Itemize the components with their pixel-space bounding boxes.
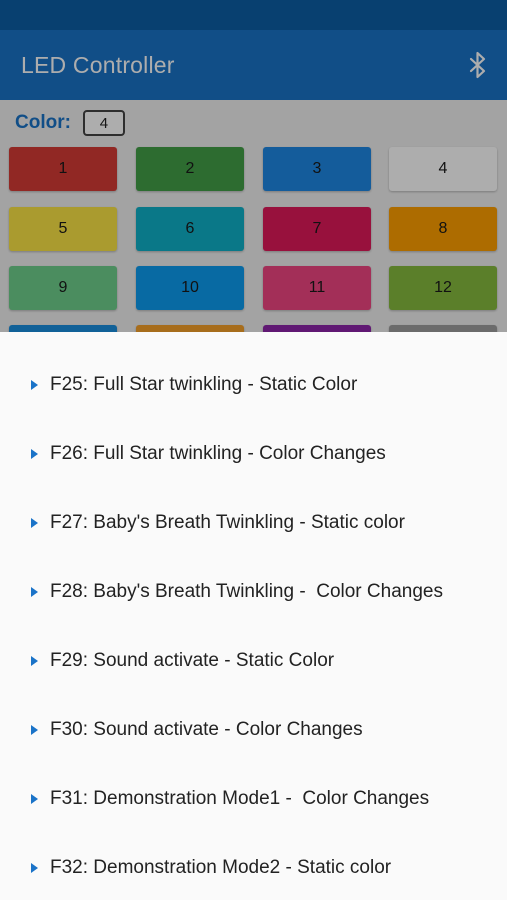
menu-item-f31[interactable]: F31: Demonstration Mode1 - Color Changes xyxy=(0,764,507,833)
menu-item-f26[interactable]: F26: Full Star twinkling - Color Changes xyxy=(0,419,507,488)
menu-item-label: F25: Full Star twinkling - Static Color xyxy=(50,373,358,395)
menu-item-f25[interactable]: F25: Full Star twinkling - Static Color xyxy=(0,350,507,419)
caret-right-icon xyxy=(31,724,38,735)
menu-item-label: F26: Full Star twinkling - Color Changes xyxy=(50,442,386,464)
menu-item-f30[interactable]: F30: Sound activate - Color Changes xyxy=(0,695,507,764)
function-menu-sheet: F25: Full Star twinkling - Static Color … xyxy=(0,332,507,900)
caret-right-icon xyxy=(31,655,38,666)
menu-item-label: F32: Demonstration Mode2 - Static color xyxy=(50,856,392,878)
modal-scrim[interactable] xyxy=(0,0,507,332)
caret-right-icon xyxy=(31,862,38,873)
menu-item-f32[interactable]: F32: Demonstration Mode2 - Static color xyxy=(0,833,507,900)
menu-item-label: F28: Baby's Breath Twinkling - Color Cha… xyxy=(50,580,443,602)
caret-right-icon xyxy=(31,448,38,459)
menu-item-f28[interactable]: F28: Baby's Breath Twinkling - Color Cha… xyxy=(0,557,507,626)
caret-right-icon xyxy=(31,793,38,804)
menu-item-label: F29: Sound activate - Static Color xyxy=(50,649,335,671)
caret-right-icon xyxy=(31,379,38,390)
caret-right-icon xyxy=(31,517,38,528)
caret-right-icon xyxy=(31,586,38,597)
menu-item-label: F31: Demonstration Mode1 - Color Changes xyxy=(50,787,430,809)
menu-item-label: F27: Baby's Breath Twinkling - Static co… xyxy=(50,511,405,533)
menu-item-f29[interactable]: F29: Sound activate - Static Color xyxy=(0,626,507,695)
menu-item-label: F30: Sound activate - Color Changes xyxy=(50,718,363,740)
menu-item-f27[interactable]: F27: Baby's Breath Twinkling - Static co… xyxy=(0,488,507,557)
